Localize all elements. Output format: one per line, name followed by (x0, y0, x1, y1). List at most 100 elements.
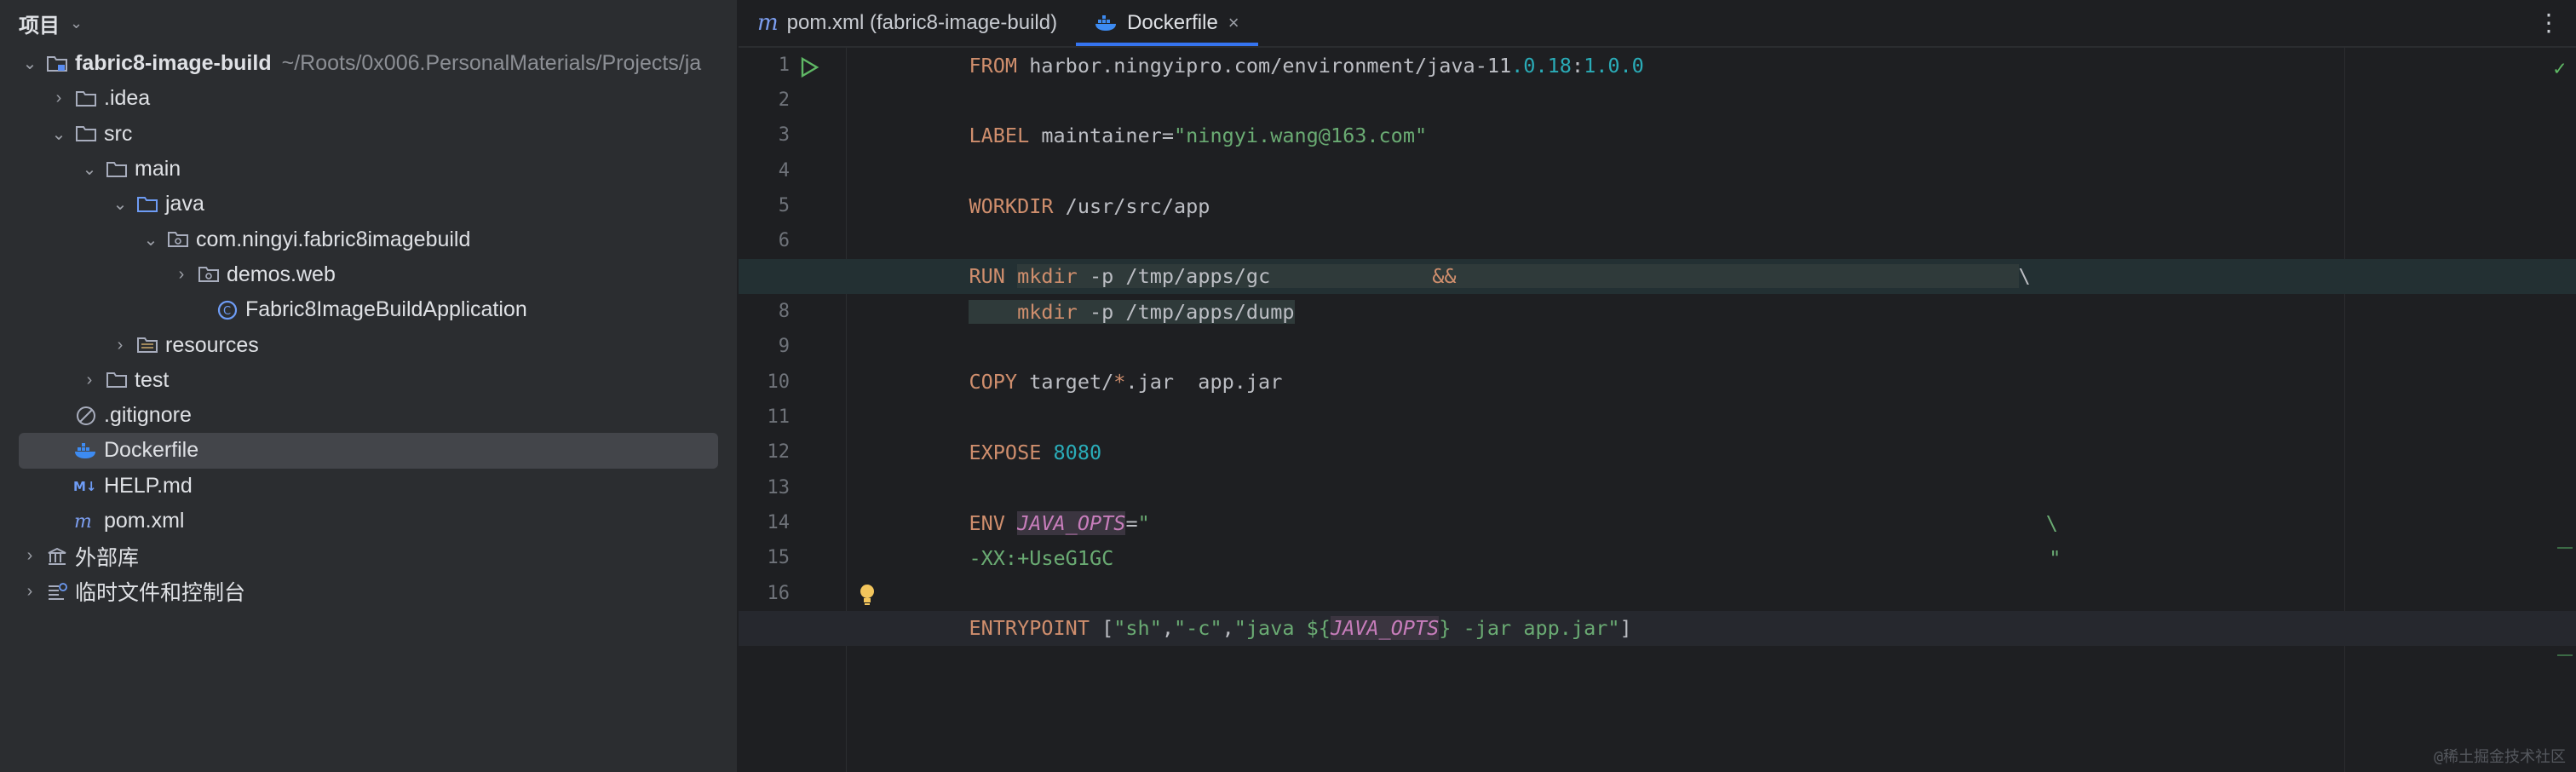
string: "java ${ (1233, 616, 1331, 641)
root-name: fabric8-image-build (75, 51, 272, 76)
package-icon (165, 228, 191, 251)
ignore-file-icon (73, 405, 99, 427)
module-folder-icon (44, 53, 70, 75)
more-options-icon[interactable]: ⋮ (2537, 9, 2561, 37)
tree-item-demos-web[interactable]: › demos.web (0, 257, 737, 292)
tree-item-test[interactable]: › test (0, 363, 737, 398)
code-editor[interactable]: ✓ 1 2 3 4 5 6 7 8 9 10 11 12 13 14 15 16… (739, 48, 2576, 772)
code-line: COPY target/*.jar app.jar (739, 365, 2576, 400)
string: " (2049, 545, 2061, 570)
tree-item-main[interactable]: ⌄ main (0, 152, 737, 187)
tree-item-root[interactable]: ⌄ fabric8-image-build ~/Roots/0x006.Pers… (0, 46, 737, 81)
image-name: harbor.ningyipro.com/environment/java-11 (1017, 53, 1512, 78)
chevron-down-icon[interactable]: ⌄ (111, 193, 129, 215)
tree-item-resources[interactable]: › resources (0, 327, 737, 362)
copy-src: target/ (1017, 370, 1114, 395)
code-line: -XX:+UseG1GC " (739, 540, 2576, 575)
tree-item-src[interactable]: ⌄ src (0, 117, 737, 152)
change-marker[interactable] (2557, 547, 2573, 549)
tree-item-label: demos.web (227, 262, 336, 286)
tree-item-pom-xml[interactable]: m pom.xml (0, 504, 737, 539)
chevron-right-icon[interactable]: › (80, 371, 99, 390)
line-number: 4 (778, 160, 790, 181)
scratches-icon (44, 580, 70, 602)
tree-item-label: main (135, 157, 181, 181)
root-path: ~/Roots/0x006.PersonalMaterials/Projects… (281, 51, 702, 76)
chevron-down-icon[interactable]: ⌄ (141, 229, 160, 251)
project-tree: ⌄ fabric8-image-build ~/Roots/0x006.Pers… (0, 46, 737, 609)
copy-dest: .jar app.jar (1125, 370, 1283, 395)
folder-icon (73, 123, 99, 145)
chevron-down-icon[interactable]: ⌄ (20, 53, 39, 74)
tree-item-help-md[interactable]: M↓ HELP.md (0, 469, 737, 504)
shell-args: -p /tmp/apps/dump (1077, 299, 1295, 324)
code-line: FROM harbor.ningyipro.com/environment/ja… (739, 48, 2576, 83)
tree-item-idea[interactable]: › .idea (0, 81, 737, 116)
tree-item-label: resources (165, 332, 259, 357)
tree-item-package[interactable]: ⌄ com.ningyi.fabric8imagebuild (0, 222, 737, 256)
project-panel-header[interactable]: 项目 ⌄ (0, 0, 737, 46)
string: "-c" (1174, 616, 1222, 641)
chevron-right-icon[interactable]: › (111, 336, 129, 355)
string: "sh" (1113, 616, 1162, 641)
line-number: 6 (778, 230, 790, 251)
chevron-down-icon[interactable]: ⌄ (80, 158, 99, 180)
tree-item-label: Fabric8ImageBuildApplication (245, 297, 527, 322)
string: "ningyi.wang@163.com" (1174, 124, 1428, 148)
tree-item-application-class[interactable]: C Fabric8ImageBuildApplication (0, 292, 737, 327)
code-line: EXPOSE 8080 (739, 435, 2576, 470)
editor: m pom.xml (fabric8-image-build) Dockerfi… (739, 0, 2576, 772)
comma: , (1161, 616, 1175, 641)
tree-item-label: Dockerfile (104, 438, 199, 463)
folder-icon (73, 88, 99, 110)
ide-window: 项目 ⌄ ⌄ fabric8-image-build ~/Roots/0x006… (0, 0, 2576, 772)
tree-item-dockerfile[interactable]: Dockerfile (19, 433, 718, 469)
tree-item-label: test (135, 367, 170, 392)
library-icon (44, 545, 70, 567)
line-number: 2 (778, 89, 790, 111)
spring-class-icon: C (215, 299, 240, 321)
maven-icon: m (757, 10, 779, 36)
svg-text:C: C (223, 305, 231, 318)
image-tag: 1.0.0 (1584, 53, 1644, 78)
tree-item-label: java (165, 192, 204, 216)
docker-icon (73, 440, 99, 462)
glob: * (1113, 370, 1126, 395)
keyword: COPY (969, 370, 1018, 395)
line-continuation: \ (2018, 264, 2031, 289)
tree-item-external-libraries[interactable]: › 外部库 (0, 539, 737, 573)
chevron-down-icon[interactable]: ⌄ (49, 124, 68, 145)
port-number: 8080 (1053, 440, 1102, 464)
keyword: FROM (969, 53, 1018, 78)
env-variable: JAVA_OPTS (1330, 616, 1440, 641)
project-panel-title: 项目 (19, 14, 60, 37)
svg-text:M↓: M↓ (73, 479, 97, 494)
tree-item-java[interactable]: ⌄ java (0, 187, 737, 222)
tree-item-scratches[interactable]: › 临时文件和控制台 (0, 573, 737, 608)
string: -XX:+UseG1GC (969, 545, 1114, 570)
right-margin-guide (2344, 48, 2345, 772)
label-key: maintainer= (1029, 124, 1175, 148)
keyword: LABEL (969, 124, 1030, 148)
comma: , (1222, 616, 1234, 641)
colon: : (1571, 53, 1584, 78)
package-icon (196, 263, 221, 285)
shell-command: mkdir (1017, 299, 1078, 324)
image-version: .0.18 (1511, 53, 1572, 78)
line-number: 11 (767, 406, 791, 428)
code-line: WORKDIR /usr/src/app (739, 188, 2576, 223)
chevron-right-icon[interactable]: › (20, 582, 39, 602)
svg-text:m: m (74, 512, 92, 531)
keyword: EXPOSE (969, 440, 1042, 464)
change-marker[interactable] (2557, 654, 2573, 656)
tree-item-gitignore[interactable]: .gitignore (0, 398, 737, 433)
chevron-right-icon[interactable]: › (20, 546, 39, 566)
tree-item-label: 临时文件和控制台 (75, 581, 246, 606)
tree-item-label: HELP.md (104, 473, 193, 498)
watermark: @稀土掘金技术社区 (2434, 748, 2566, 766)
source-folder-icon (135, 193, 160, 216)
line-number: 16 (767, 583, 791, 604)
chevron-down-icon[interactable]: ⌄ (70, 14, 83, 32)
chevron-right-icon[interactable]: › (49, 89, 68, 108)
chevron-right-icon[interactable]: › (172, 265, 191, 285)
